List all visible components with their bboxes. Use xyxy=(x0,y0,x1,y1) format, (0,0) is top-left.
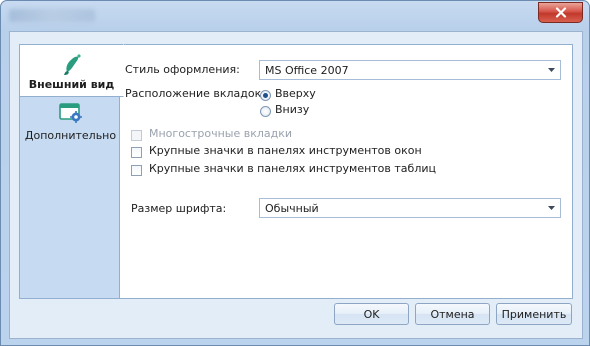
window-settings-icon xyxy=(58,103,82,123)
large-icons-table-toolbars-checkbox[interactable] xyxy=(131,165,142,176)
large-icons-window-toolbars-checkbox[interactable] xyxy=(131,147,142,158)
cancel-button[interactable]: Отмена xyxy=(415,303,490,325)
window-title-blurred xyxy=(9,9,95,22)
tabs-top-label[interactable]: Вверху xyxy=(275,87,316,100)
ok-button[interactable]: OK xyxy=(334,303,409,325)
nav-item-advanced-label: Дополнительно xyxy=(24,129,117,142)
tabs-bottom-label[interactable]: Внизу xyxy=(275,103,309,116)
multiline-tabs-checkbox[interactable] xyxy=(131,130,142,141)
dialog-content: Внешний вид Дополнительно Стиль оформлен… xyxy=(9,31,583,339)
font-size-select[interactable]: Обычный xyxy=(259,198,561,218)
large-icons-window-toolbars-label[interactable]: Крупные значки в панелях инструментов ок… xyxy=(149,144,422,157)
settings-dialog: Внешний вид Дополнительно Стиль оформлен… xyxy=(0,0,590,346)
tabs-top-radio[interactable] xyxy=(260,90,271,101)
style-select[interactable]: MS Office 2007 xyxy=(259,60,561,80)
chevron-down-icon xyxy=(548,206,555,210)
large-icons-table-toolbars-label[interactable]: Крупные значки в панелях инструментов та… xyxy=(149,162,436,175)
close-button[interactable] xyxy=(538,2,583,23)
title-bar xyxy=(1,1,589,31)
nav-item-appearance[interactable]: Внешний вид xyxy=(19,44,124,97)
nav-item-appearance-label: Внешний вид xyxy=(28,78,115,91)
font-size-label: Размер шрифта: xyxy=(131,202,227,215)
font-size-select-value: Обычный xyxy=(265,202,319,215)
apply-button[interactable]: Применить xyxy=(496,303,572,325)
style-label: Стиль оформления: xyxy=(125,63,240,76)
paint-brush-icon xyxy=(63,54,81,75)
appearance-panel: Стиль оформления: MS Office 2007 Располо… xyxy=(119,44,573,299)
tabs-bottom-radio[interactable] xyxy=(260,106,271,117)
nav-item-advanced[interactable]: Дополнительно xyxy=(20,97,121,149)
multiline-tabs-label: Многострочные вкладки xyxy=(149,127,293,140)
settings-nav: Внешний вид Дополнительно xyxy=(19,44,124,299)
chevron-down-icon xyxy=(548,68,555,72)
style-select-value: MS Office 2007 xyxy=(265,64,349,77)
close-icon xyxy=(555,7,566,18)
tabs-position-label: Расположение вкладок: xyxy=(125,87,265,100)
